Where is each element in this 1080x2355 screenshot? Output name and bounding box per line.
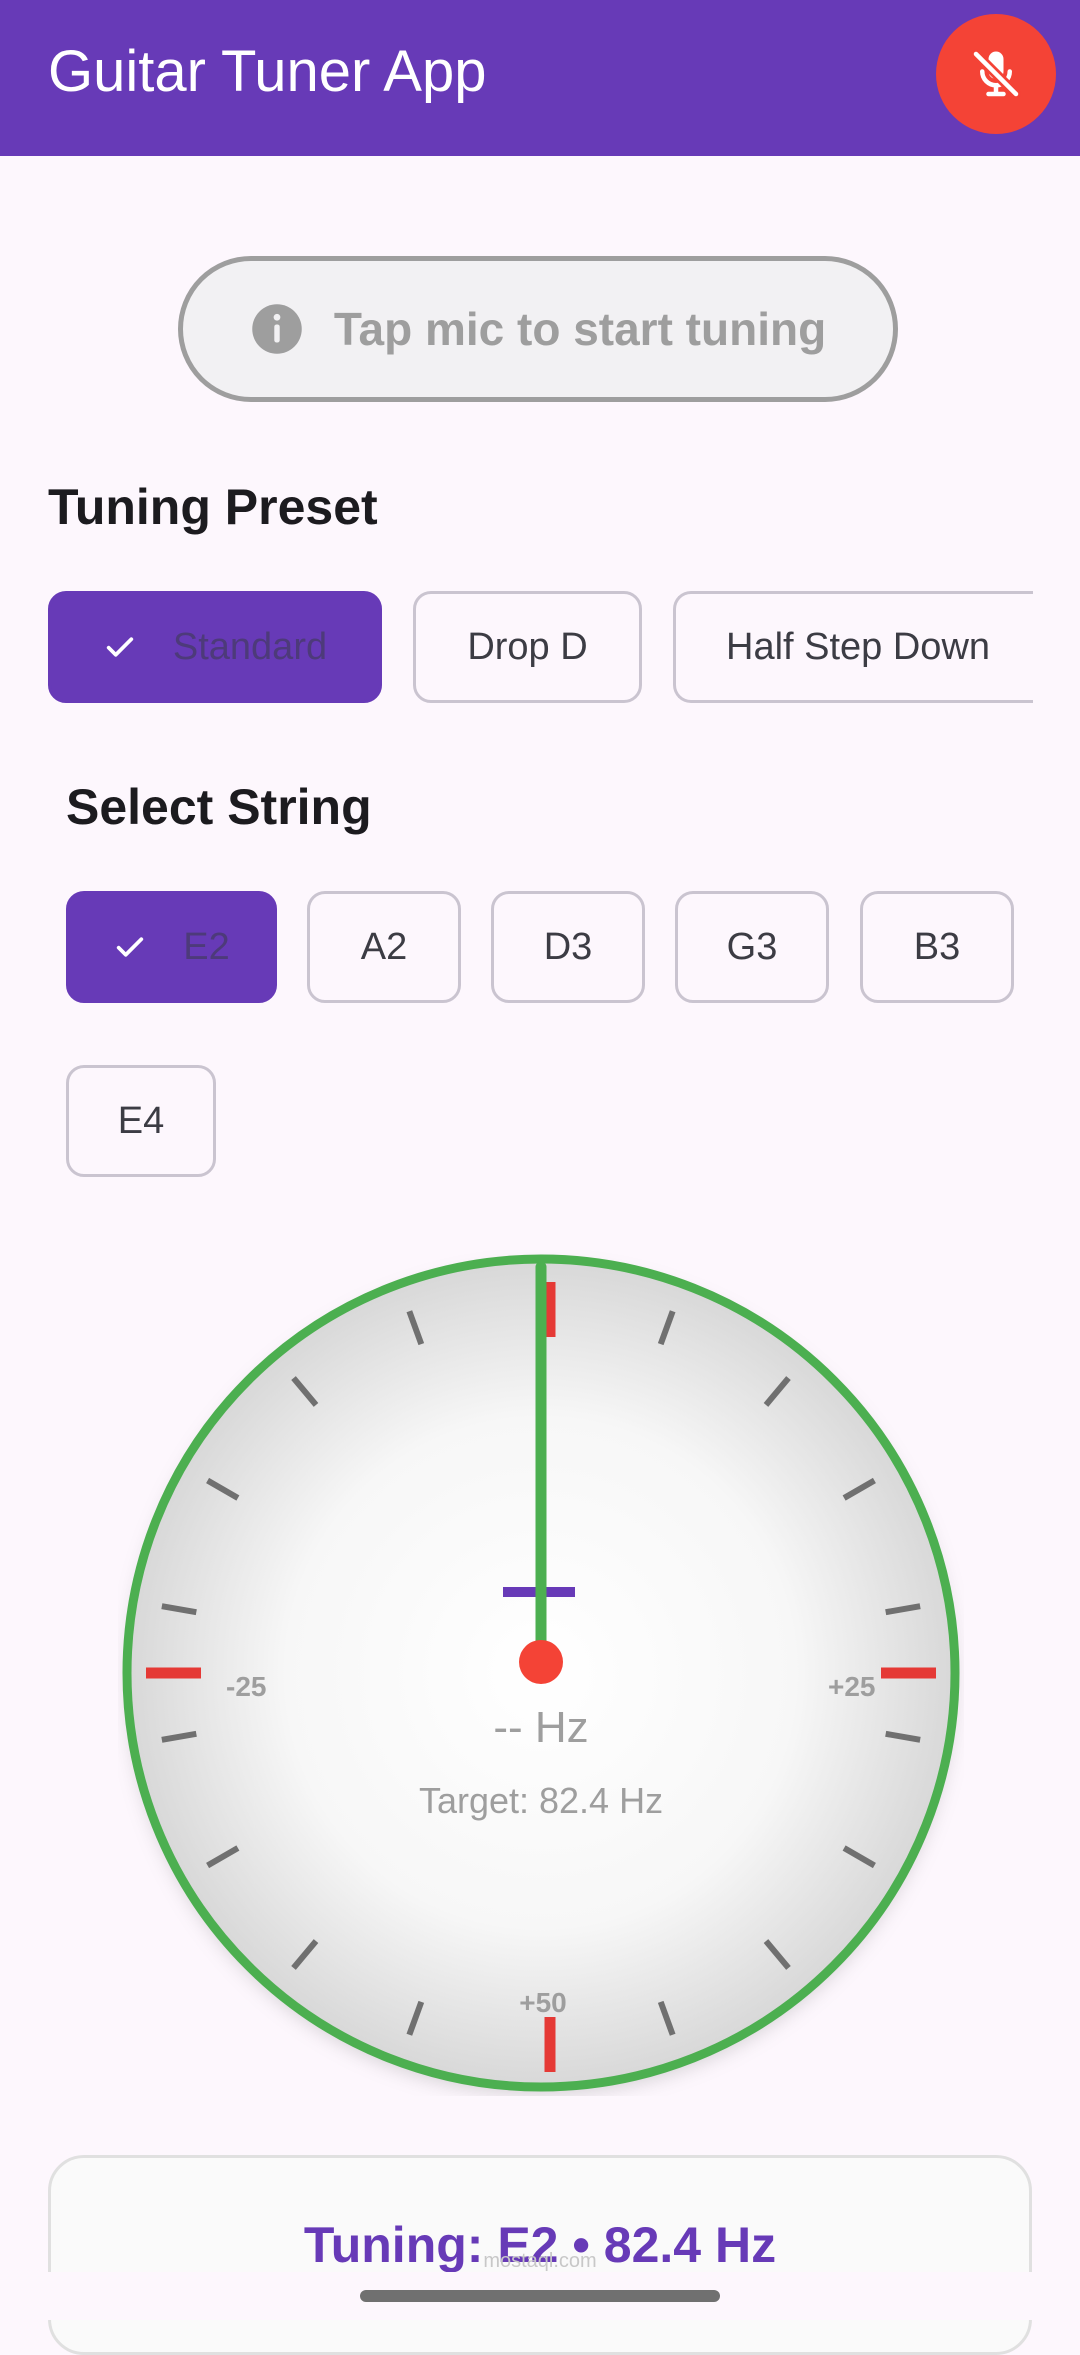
chip-label: D3: [543, 925, 593, 968]
target-frequency: Target: 82.4 Hz: [419, 1780, 663, 1821]
frequency-readout: -- Hz: [493, 1703, 588, 1752]
chip-label: B3: [913, 925, 961, 968]
chip-label: Standard: [172, 625, 328, 668]
mic-toggle-button[interactable]: [936, 14, 1056, 134]
home-indicator[interactable]: [360, 2290, 720, 2302]
app-title: Guitar Tuner App: [48, 39, 487, 104]
tuning-gauge: -25 +25 +50 -- Hz Target: 82.4 Hz: [118, 1250, 964, 2096]
tuning-preset-heading: Tuning Preset: [48, 479, 378, 535]
chip-label: Drop D: [467, 625, 588, 668]
preset-chip-half-step-down[interactable]: Half Step Down: [673, 591, 1033, 703]
chip-label: E4: [117, 1099, 165, 1142]
info-icon: [252, 304, 302, 354]
gauge-bottom-label: +50: [519, 1987, 567, 2018]
string-chip-b3[interactable]: B3: [860, 891, 1014, 1003]
chip-label: E2: [183, 925, 230, 968]
select-string-heading: Select String: [66, 779, 372, 835]
gauge-left-label: -25: [226, 1671, 266, 1702]
chip-label: Half Step Down: [726, 625, 991, 668]
chip-label: A2: [360, 925, 408, 968]
chip-label: G3: [726, 925, 778, 968]
watermark: mostaql.com: [483, 2250, 597, 2272]
string-chip-e4[interactable]: E4: [66, 1065, 216, 1177]
check-icon: [106, 637, 134, 657]
app-bar: Guitar Tuner App: [0, 0, 1080, 156]
status-message: Tap mic to start tuning: [178, 256, 898, 402]
string-chip-d3[interactable]: D3: [491, 891, 645, 1003]
check-icon: [117, 937, 144, 957]
preset-chip-drop-d[interactable]: Drop D: [413, 591, 642, 703]
string-chip-e2[interactable]: E2: [66, 891, 277, 1003]
mic-off-icon: [971, 49, 1021, 99]
gauge-right-label: +25: [828, 1671, 876, 1702]
preset-chip-standard[interactable]: Standard: [48, 591, 382, 703]
needle-pivot: [519, 1640, 563, 1684]
string-chip-a2[interactable]: A2: [307, 891, 461, 1003]
status-text: Tap mic to start tuning: [333, 303, 827, 355]
string-chip-g3[interactable]: G3: [675, 891, 829, 1003]
